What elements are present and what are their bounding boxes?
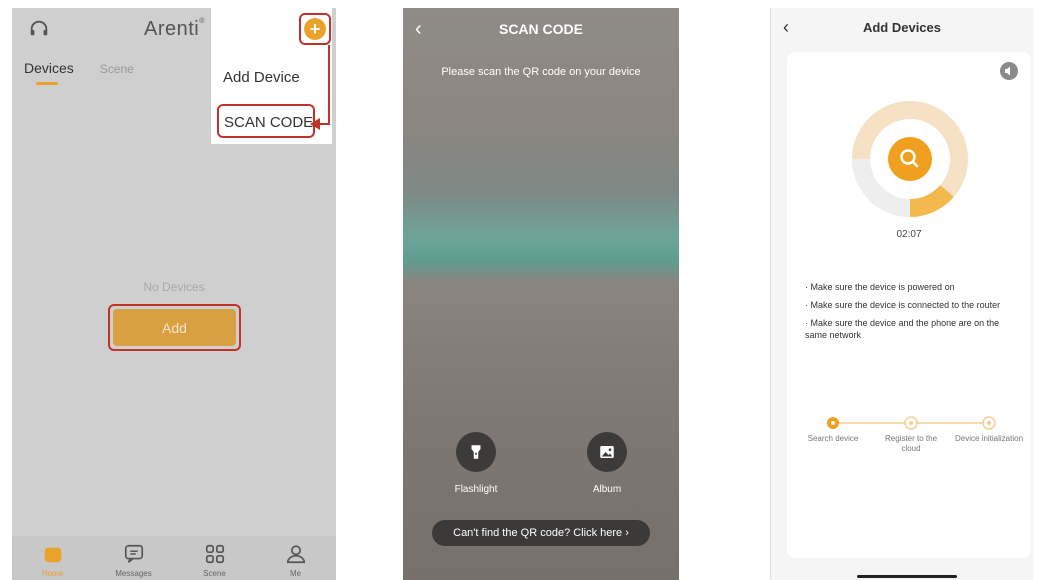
add-plus-button[interactable]: + (299, 13, 331, 45)
nav-me[interactable]: Me (266, 543, 326, 578)
flashlight-icon (471, 445, 481, 459)
nav-label: Me (289, 569, 302, 578)
nav-label: Scene (203, 569, 226, 578)
tip-item: · Make sure the device is connected to t… (805, 300, 1001, 310)
message-icon (124, 544, 143, 563)
countdown-timer: 02:07 (896, 229, 922, 240)
album-button[interactable] (587, 432, 627, 472)
search-progress-ring (852, 101, 968, 217)
home-screen: Arenti® Devices Scene Add Device SCAN CO… (12, 8, 336, 580)
bottom-nav: Home Messages Scene Me (12, 536, 336, 580)
tab-scene[interactable]: Scene (100, 60, 134, 76)
add-device-menu-item[interactable]: Add Device (223, 69, 300, 86)
nav-label: Home (41, 569, 64, 578)
album-label: Album (592, 484, 622, 495)
brand-logo: Arenti® (144, 18, 205, 40)
scan-instruction: Please scan the QR code on your device (441, 66, 641, 78)
add-devices-screen: ‹ Add Devices 02:07 · Make sure the devi… (770, 8, 1033, 580)
annotation-arrow (328, 45, 330, 124)
add-button-highlight: Add (108, 304, 241, 351)
home-indicator (857, 575, 957, 578)
tip-item: · Make sure the device and the phone are… (805, 318, 1000, 340)
step-search-device: Search device (807, 434, 859, 443)
step-track (827, 416, 996, 430)
album-icon (600, 446, 614, 458)
user-icon (286, 545, 305, 564)
page-title: Add Devices (862, 20, 942, 35)
tab-bar: Devices Scene (24, 60, 134, 85)
scan-code-screen: ‹ SCAN CODE Please scan the QR code on y… (403, 8, 679, 580)
help-button[interactable]: Can't find the QR code? Click here › (432, 520, 650, 546)
empty-state-text: No Devices (143, 280, 205, 294)
tip-item: · Make sure the device is powered on (805, 282, 955, 292)
tips-list: · Make sure the device is powered on · M… (805, 281, 1019, 347)
scan-code-menu-item[interactable]: SCAN CODE (217, 104, 315, 138)
search-card: 02:07 · Make sure the device is powered … (787, 52, 1031, 558)
grid-icon (205, 544, 224, 564)
flashlight-label: Flashlight (454, 484, 498, 495)
home-icon (44, 547, 61, 563)
flashlight-button[interactable] (456, 432, 496, 472)
nav-messages[interactable]: Messages (104, 543, 164, 578)
annotation-arrowhead (310, 118, 320, 130)
step-register-cloud: Register to the cloud (884, 434, 938, 453)
tab-devices[interactable]: Devices (24, 60, 74, 85)
plus-icon: + (304, 18, 326, 40)
page-title: SCAN CODE (498, 21, 583, 37)
add-button[interactable]: Add (113, 309, 236, 346)
headset-icon[interactable] (28, 18, 50, 40)
nav-home[interactable]: Home (23, 543, 83, 578)
progress-steps: Search device Register to the cloud Devi… (795, 414, 1027, 464)
step-device-initialization: Device initialization (954, 434, 1024, 443)
nav-scene[interactable]: Scene (185, 543, 245, 578)
nav-label: Messages (115, 569, 152, 578)
volume-icon[interactable] (1000, 62, 1018, 80)
